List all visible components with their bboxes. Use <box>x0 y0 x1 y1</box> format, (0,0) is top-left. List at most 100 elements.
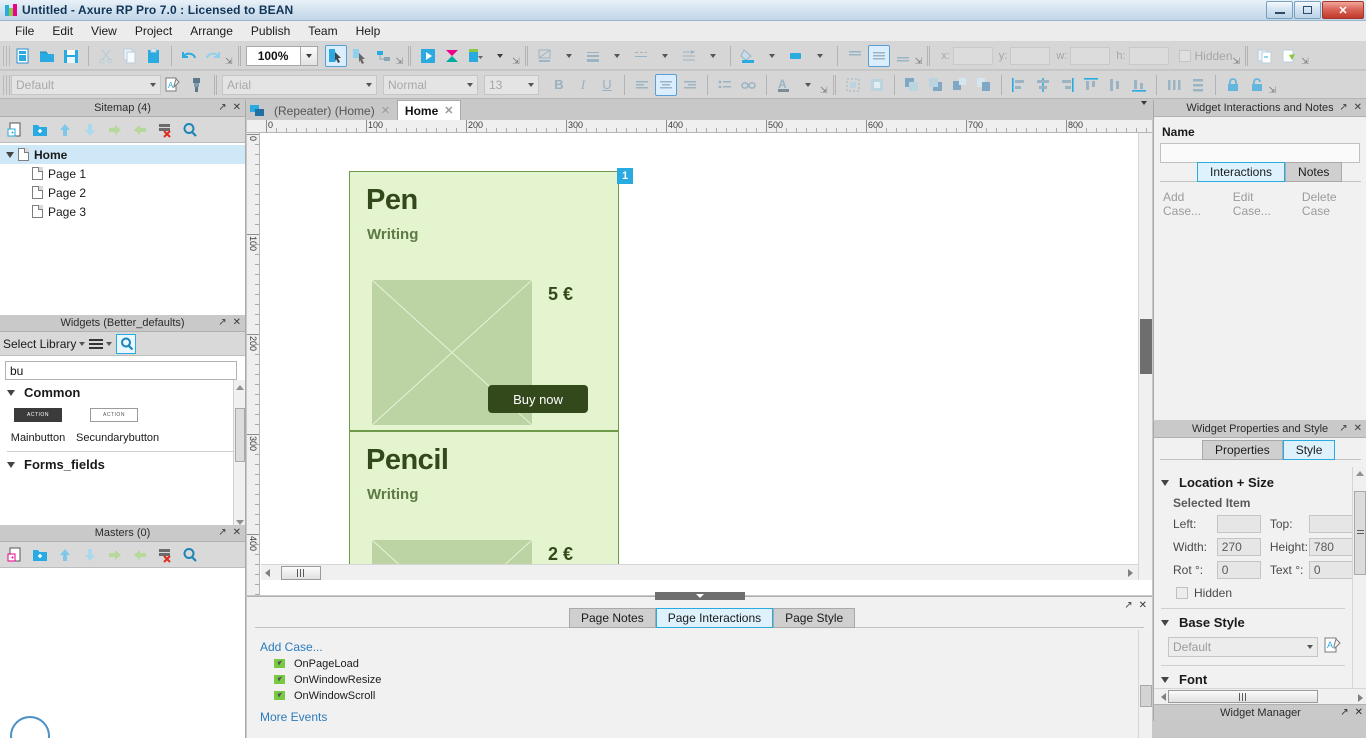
scrollbar-thumb[interactable] <box>235 408 245 462</box>
base-style-combo[interactable]: Default <box>1168 636 1318 657</box>
widget-group-common[interactable]: Common <box>0 380 245 400</box>
width-input[interactable]: 270 <box>1216 538 1261 556</box>
valign-top-icon[interactable] <box>844 45 866 67</box>
widget-properties-scrollbar[interactable] <box>1352 467 1366 697</box>
save-file-icon[interactable] <box>60 45 82 67</box>
library-options-menu[interactable] <box>89 338 113 349</box>
lock-icon[interactable] <box>1222 74 1244 96</box>
add-folder-icon[interactable] <box>29 119 51 141</box>
section-base-style[interactable]: Base Style <box>1154 609 1353 630</box>
design-canvas[interactable]: Pen Writing 5 € Buy now 1 Pencil Writing… <box>261 134 1138 575</box>
menu-view[interactable]: View <box>82 22 126 40</box>
tab-home[interactable]: Home ✕ <box>396 100 462 120</box>
arrow-style-icon[interactable] <box>678 45 700 67</box>
scroll-up-icon[interactable] <box>1356 471 1364 476</box>
delete-master-icon[interactable] <box>154 544 176 566</box>
search-masters-icon[interactable] <box>179 544 201 566</box>
select-tool-icon[interactable] <box>324 44 347 67</box>
align-middle-objects-icon[interactable] <box>1104 74 1126 96</box>
tab-close-icon[interactable]: ✕ <box>381 104 390 117</box>
align-top-objects-icon[interactable] <box>1080 74 1102 96</box>
scrollbar-thumb[interactable] <box>1168 690 1318 703</box>
sitemap-item-page-3[interactable]: Page 3 <box>0 202 245 221</box>
h-input[interactable] <box>1128 46 1169 65</box>
product-card-pen[interactable]: Pen Writing 5 € Buy now <box>349 171 619 431</box>
line-width-dropdown-icon[interactable] <box>606 45 628 67</box>
add-page-icon[interactable] <box>4 119 26 141</box>
widget-group-forms-fields[interactable]: Forms_fields <box>0 452 245 472</box>
widget-item-secundarybutton[interactable]: ACTION Secundarybutton <box>76 408 159 445</box>
scrollbar-thumb[interactable] <box>1140 319 1152 374</box>
line-style-icon[interactable] <box>534 45 556 67</box>
master-indent-icon[interactable] <box>104 544 126 566</box>
interaction-badge[interactable]: 1 <box>617 168 633 184</box>
scroll-left-icon[interactable] <box>1161 693 1166 701</box>
masters-popout-icon[interactable]: ↗ <box>218 527 226 538</box>
format-overflow[interactable]: ⇲ <box>820 85 828 96</box>
hidden-row[interactable]: Hidden <box>1154 584 1353 600</box>
align-bottom-objects-icon[interactable] <box>1128 74 1150 96</box>
widget-properties-hscrollbar[interactable] <box>1154 688 1366 704</box>
buy-now-button[interactable]: Buy now <box>488 385 588 413</box>
master-move-down-icon[interactable] <box>79 544 101 566</box>
tab-page-style[interactable]: Page Style <box>773 608 856 628</box>
menu-publish[interactable]: Publish <box>242 22 299 40</box>
font-family-combo[interactable]: Arial <box>222 74 377 95</box>
select-library-dropdown[interactable]: Select Library <box>3 337 86 351</box>
sitemap-item-page-2[interactable]: Page 2 <box>0 183 245 202</box>
arrow-style-dropdown-icon[interactable] <box>702 45 724 67</box>
align-right-icon[interactable] <box>679 74 701 96</box>
format-toolbar-grip[interactable] <box>3 74 10 95</box>
sitemap-item-home[interactable]: Home <box>0 145 245 164</box>
indent-icon[interactable] <box>104 119 126 141</box>
toolbar-overflow-4[interactable]: ⇲ <box>915 56 923 67</box>
font-size-combo[interactable]: 13 <box>484 74 539 95</box>
generate-html-icon[interactable] <box>465 45 487 67</box>
shadow-icon[interactable] <box>785 45 807 67</box>
canvas-view-icon[interactable] <box>247 102 267 120</box>
add-case-link[interactable]: Add Case... <box>1163 190 1225 218</box>
sitemap-item-page-1[interactable]: Page 1 <box>0 164 245 183</box>
scroll-right-icon[interactable] <box>1358 694 1363 702</box>
tab-properties[interactable]: Properties <box>1202 440 1283 460</box>
connector-tool-icon[interactable] <box>349 45 371 67</box>
send-backward-icon[interactable] <box>973 74 995 96</box>
align-center-icon[interactable] <box>655 73 677 96</box>
scroll-left-icon[interactable] <box>265 568 270 577</box>
tab-page-interactions[interactable]: Page Interactions <box>655 608 774 628</box>
line-dash-icon[interactable] <box>630 45 652 67</box>
toolbar-overflow-5[interactable]: ⇲ <box>1233 56 1241 67</box>
section-location-size[interactable]: Location + Size <box>1154 469 1353 490</box>
zoom-dropdown-icon[interactable] <box>300 45 318 66</box>
masters-close-icon[interactable]: ✕ <box>233 527 241 538</box>
menu-edit[interactable]: Edit <box>43 22 82 40</box>
send-back-icon[interactable] <box>925 74 947 96</box>
outdent-icon[interactable] <box>129 119 151 141</box>
widget-search-input[interactable]: bu <box>5 361 237 380</box>
widget-search-toggle[interactable] <box>116 333 137 354</box>
tab-style[interactable]: Style <box>1282 440 1336 460</box>
panel-resize-grip[interactable] <box>654 592 745 600</box>
underline-icon[interactable]: U <box>596 74 618 96</box>
text-rotation-input[interactable]: 0 <box>1308 561 1353 579</box>
widgets-popout-icon[interactable]: ↗ <box>218 317 226 328</box>
add-note-icon[interactable] <box>1278 45 1300 67</box>
bold-icon[interactable]: B <box>548 74 570 96</box>
hidden-checkbox[interactable] <box>1178 49 1191 62</box>
menu-project[interactable]: Project <box>126 22 181 40</box>
redo-icon[interactable] <box>202 45 224 67</box>
toolbar-overflow-3[interactable]: ⇲ <box>512 56 520 67</box>
bring-front-icon[interactable] <box>901 74 923 96</box>
event-row-onwindowscroll[interactable]: OnWindowScroll <box>247 686 1122 702</box>
bullet-list-icon[interactable] <box>714 74 736 96</box>
generate-dropdown-icon[interactable] <box>489 45 511 67</box>
toolbar-overflow-6[interactable]: ⇲ <box>1301 56 1309 67</box>
delete-page-icon[interactable] <box>154 119 176 141</box>
canvas-vertical-scrollbar[interactable] <box>1138 133 1152 580</box>
fill-dropdown-icon[interactable] <box>761 45 783 67</box>
align-left-objects-icon[interactable] <box>1008 74 1030 96</box>
shadow-dropdown-icon[interactable] <box>809 45 831 67</box>
widget-name-input[interactable] <box>1160 143 1360 163</box>
undo-icon[interactable] <box>178 45 200 67</box>
event-row-onwindowresize[interactable]: OnWindowResize <box>247 670 1122 686</box>
